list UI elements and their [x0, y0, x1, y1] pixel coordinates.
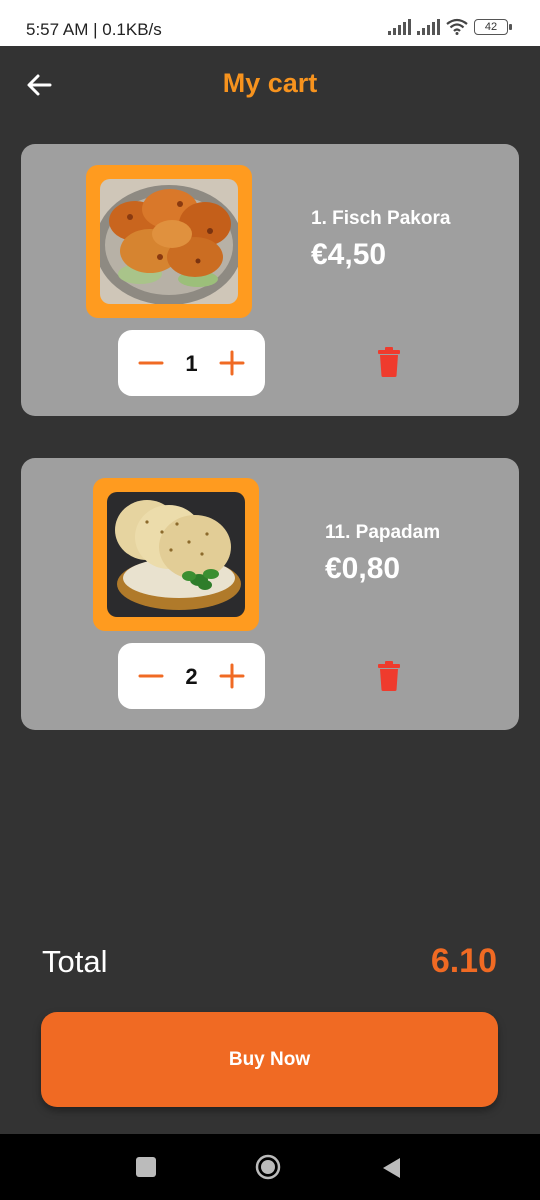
trash-icon[interactable] [376, 660, 402, 692]
item-name: 11. Papadam [325, 522, 441, 543]
item-name: 1. Fisch Pakora [311, 208, 451, 229]
battery-icon: 42 [474, 19, 512, 35]
plus-icon[interactable] [216, 660, 248, 692]
item-price: €0,80 [325, 552, 401, 585]
total-label: Total [42, 944, 108, 979]
signal-icon-2 [417, 19, 440, 35]
item-price: €4,50 [311, 238, 387, 271]
wifi-icon [446, 18, 468, 35]
status-icons: 42 [388, 18, 512, 35]
item-image-frame [93, 478, 259, 631]
cart-item-card: 1. Fisch Pakora €4,50 1 [21, 144, 519, 416]
fried-fish-pakora-photo [100, 179, 238, 304]
quantity-stepper: 1 [118, 330, 265, 396]
back-triangle-icon[interactable] [380, 1156, 402, 1180]
status-time-speed: 5:57 AM | 0.1KB/s [26, 20, 162, 39]
app-header: My cart [0, 46, 540, 122]
signal-icon [388, 19, 411, 35]
quantity-stepper: 2 [118, 643, 265, 709]
trash-icon[interactable] [376, 346, 402, 378]
home-icon[interactable] [255, 1154, 281, 1180]
plus-icon[interactable] [216, 347, 248, 379]
item-image-frame [86, 165, 252, 318]
cart-item-card: 11. Papadam €0,80 2 [21, 458, 519, 730]
system-nav-bar [0, 1134, 540, 1200]
buy-now-button[interactable]: Buy Now [41, 1012, 498, 1107]
papadam-basket-photo [107, 492, 245, 617]
status-bar: 5:57 AM | 0.1KB/s 42 [0, 0, 540, 46]
recents-icon[interactable] [136, 1157, 156, 1177]
page-title: My cart [222, 68, 318, 98]
total-value: 6.10 [430, 942, 497, 980]
